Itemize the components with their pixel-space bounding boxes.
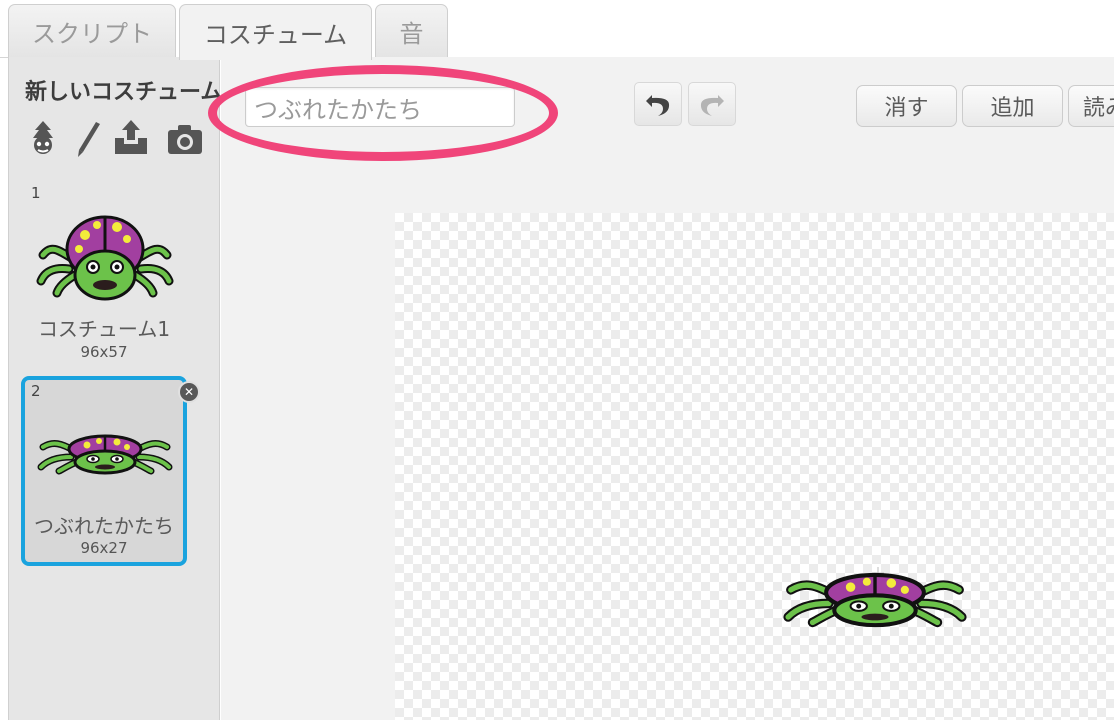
tab-scripts[interactable]: スクリプト xyxy=(8,4,176,58)
costume-index: 2 xyxy=(31,382,41,400)
costume-size: 96x27 xyxy=(80,539,128,557)
upload-icon[interactable] xyxy=(112,118,150,158)
costume-sprite[interactable] xyxy=(780,568,970,628)
tab-costumes[interactable]: コスチューム xyxy=(179,4,372,60)
drawing-canvas[interactable] xyxy=(395,213,1114,720)
costume-name: コスチューム1 xyxy=(37,317,171,341)
costume-index: 1 xyxy=(31,184,41,202)
costume-item-2[interactable]: 2 ✕ つぶれたかたち 96x27 xyxy=(21,376,200,566)
paint-brush-icon[interactable] xyxy=(69,118,107,158)
paint-editor: 消す 追加 読み xyxy=(208,57,1114,720)
redo-button[interactable] xyxy=(688,82,736,126)
undo-icon xyxy=(646,95,670,116)
costume-item-1[interactable]: 1 コスチューム1 96x57 xyxy=(21,179,187,369)
undo-button[interactable] xyxy=(634,82,682,126)
add-button[interactable]: 追加 xyxy=(962,85,1063,127)
tab-bar: スクリプト コスチューム 音 xyxy=(0,0,1114,60)
highlight-circle xyxy=(208,65,558,161)
new-costume-label: 新しいコスチューム xyxy=(25,80,223,105)
costume-sidebar: 新しいコスチューム 1 コスチューム1 96x57 2 ✕ つぶれたかたち 96… xyxy=(8,57,222,720)
tab-sounds[interactable]: 音 xyxy=(375,4,448,58)
costume-name: つぶれたかたち xyxy=(34,514,174,538)
costume-thumbnail xyxy=(35,431,175,475)
camera-icon[interactable] xyxy=(166,118,204,158)
clear-button[interactable]: 消す xyxy=(856,85,957,127)
costume-thumbnail xyxy=(35,209,175,305)
sprite-library-icon[interactable] xyxy=(24,118,62,158)
costume-size: 96x57 xyxy=(80,343,128,361)
import-button[interactable]: 読み xyxy=(1068,85,1114,127)
delete-costume-icon[interactable]: ✕ xyxy=(178,381,200,403)
redo-icon xyxy=(700,95,724,116)
